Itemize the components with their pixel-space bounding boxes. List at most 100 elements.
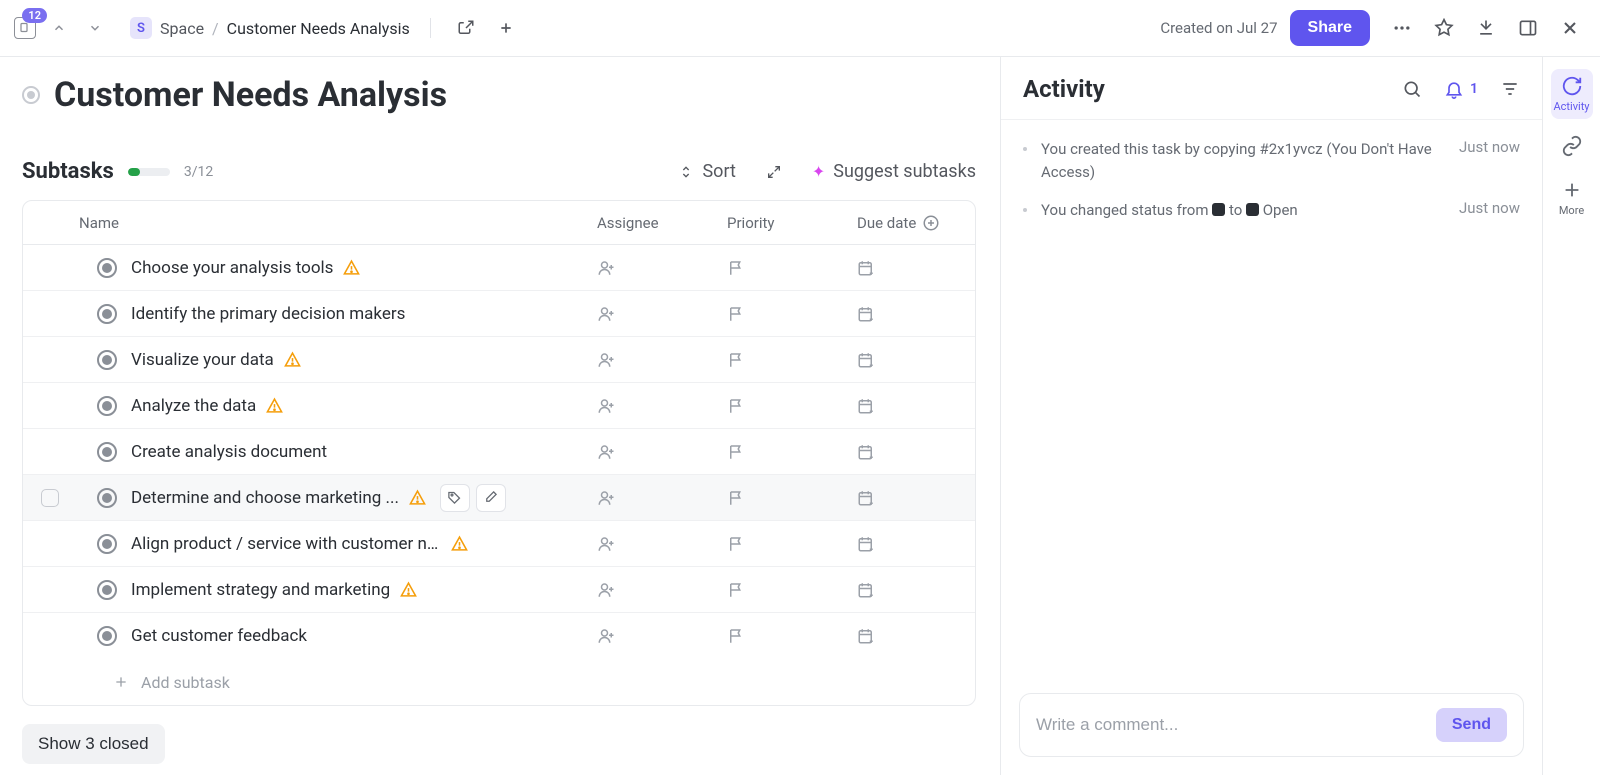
row-name-text[interactable]: Choose your analysis tools [131, 258, 333, 278]
row-status-icon[interactable] [97, 258, 117, 278]
nav-down-button[interactable] [82, 15, 108, 41]
rail-activity-label: Activity [1553, 100, 1589, 113]
breadcrumb-page[interactable]: Customer Needs Analysis [227, 19, 410, 38]
row-name-text[interactable]: Implement strategy and marketing [131, 580, 390, 600]
row-name-text[interactable]: Analyze the data [131, 396, 256, 416]
row-name-text[interactable]: Determine and choose marketing ... [131, 488, 399, 508]
column-assignee[interactable]: Assignee [597, 214, 727, 232]
sort-button[interactable]: Sort [678, 161, 735, 182]
breadcrumb-space[interactable]: Space [160, 19, 204, 38]
subtasks-progress-bar [128, 168, 170, 176]
priority-cell[interactable] [727, 535, 857, 553]
page-title[interactable]: Customer Needs Analysis [54, 75, 447, 115]
sort-label: Sort [702, 161, 735, 182]
row-status-icon[interactable] [97, 488, 117, 508]
row-name-text[interactable]: Create analysis document [131, 442, 327, 462]
due-date-cell[interactable] [857, 627, 957, 645]
share-button[interactable]: Share [1290, 10, 1370, 46]
space-chip[interactable]: S [130, 17, 152, 39]
due-date-cell[interactable] [857, 397, 957, 415]
tag-action-icon[interactable] [440, 484, 470, 512]
priority-cell[interactable] [727, 627, 857, 645]
column-due-date[interactable]: Due date [857, 214, 957, 232]
priority-cell[interactable] [727, 397, 857, 415]
rail-add-tab[interactable]: More [1551, 173, 1593, 223]
assignee-cell[interactable] [597, 351, 727, 369]
due-date-cell[interactable] [857, 443, 957, 461]
star-icon[interactable] [1428, 12, 1460, 44]
expand-button[interactable] [766, 164, 782, 180]
move-out-icon[interactable] [451, 13, 481, 43]
row-status-icon[interactable] [97, 396, 117, 416]
add-button[interactable] [491, 13, 521, 43]
activity-timestamp: Just now [1459, 138, 1520, 183]
row-name-text[interactable]: Visualize your data [131, 350, 274, 370]
subtasks-table: Name Assignee Priority Due date Choose y… [22, 200, 976, 706]
warning-icon [400, 581, 417, 598]
priority-cell[interactable] [727, 351, 857, 369]
table-row[interactable]: Determine and choose marketing ... [23, 475, 975, 521]
download-icon[interactable] [1470, 12, 1502, 44]
add-column-icon[interactable] [922, 214, 940, 232]
assignee-cell[interactable] [597, 627, 727, 645]
row-status-icon[interactable] [97, 350, 117, 370]
assignee-cell[interactable] [597, 397, 727, 415]
column-name[interactable]: Name [79, 214, 597, 232]
table-row[interactable]: Visualize your data [23, 337, 975, 383]
due-date-cell[interactable] [857, 535, 957, 553]
due-date-cell[interactable] [857, 305, 957, 323]
assignee-cell[interactable] [597, 443, 727, 461]
task-status-icon[interactable] [22, 86, 40, 104]
send-button[interactable]: Send [1436, 708, 1507, 742]
suggest-subtasks-button[interactable]: ✦ Suggest subtasks [812, 161, 976, 182]
table-row[interactable]: Identify the primary decision makers [23, 291, 975, 337]
row-status-icon[interactable] [97, 304, 117, 324]
due-date-cell[interactable] [857, 489, 957, 507]
rail-link-tab[interactable] [1551, 129, 1593, 163]
due-date-cell[interactable] [857, 259, 957, 277]
close-icon[interactable] [1554, 12, 1586, 44]
activity-search-icon[interactable] [1402, 79, 1422, 99]
assignee-cell[interactable] [597, 581, 727, 599]
comment-input[interactable] [1036, 715, 1436, 735]
row-status-icon[interactable] [97, 580, 117, 600]
doc-tray-icon[interactable]: 12 [14, 17, 36, 39]
priority-cell[interactable] [727, 489, 857, 507]
priority-cell[interactable] [727, 305, 857, 323]
priority-cell[interactable] [727, 259, 857, 277]
row-name-text[interactable]: Identify the primary decision makers [131, 304, 405, 324]
rail-activity-tab[interactable]: Activity [1551, 69, 1593, 119]
priority-cell[interactable] [727, 581, 857, 599]
edit-action-icon[interactable] [476, 484, 506, 512]
table-row[interactable]: Choose your analysis tools [23, 245, 975, 291]
row-status-icon[interactable] [97, 442, 117, 462]
row-checkbox[interactable] [41, 489, 59, 507]
panel-toggle-icon[interactable] [1512, 12, 1544, 44]
row-status-icon[interactable] [97, 626, 117, 646]
table-row[interactable]: Get customer feedback [23, 613, 975, 659]
more-menu-icon[interactable] [1386, 12, 1418, 44]
activity-filter-icon[interactable] [1500, 79, 1520, 99]
priority-cell[interactable] [727, 443, 857, 461]
warning-icon [284, 351, 301, 368]
due-date-cell[interactable] [857, 351, 957, 369]
table-row[interactable]: Analyze the data [23, 383, 975, 429]
nav-up-button[interactable] [46, 15, 72, 41]
row-name-text[interactable]: Get customer feedback [131, 626, 307, 646]
breadcrumb: S Space / Customer Needs Analysis [130, 17, 410, 39]
add-subtask-row[interactable]: Add subtask [23, 659, 975, 705]
warning-icon [266, 397, 283, 414]
assignee-cell[interactable] [597, 259, 727, 277]
table-row[interactable]: Align product / service with customer ne… [23, 521, 975, 567]
assignee-cell[interactable] [597, 535, 727, 553]
assignee-cell[interactable] [597, 489, 727, 507]
show-closed-button[interactable]: Show 3 closed [22, 724, 165, 764]
table-row[interactable]: Create analysis document [23, 429, 975, 475]
due-date-cell[interactable] [857, 581, 957, 599]
assignee-cell[interactable] [597, 305, 727, 323]
activity-bell-button[interactable]: 1 [1444, 79, 1478, 99]
table-row[interactable]: Implement strategy and marketing [23, 567, 975, 613]
row-status-icon[interactable] [97, 534, 117, 554]
row-name-text[interactable]: Align product / service with customer ne… [131, 534, 441, 554]
column-priority[interactable]: Priority [727, 214, 857, 232]
